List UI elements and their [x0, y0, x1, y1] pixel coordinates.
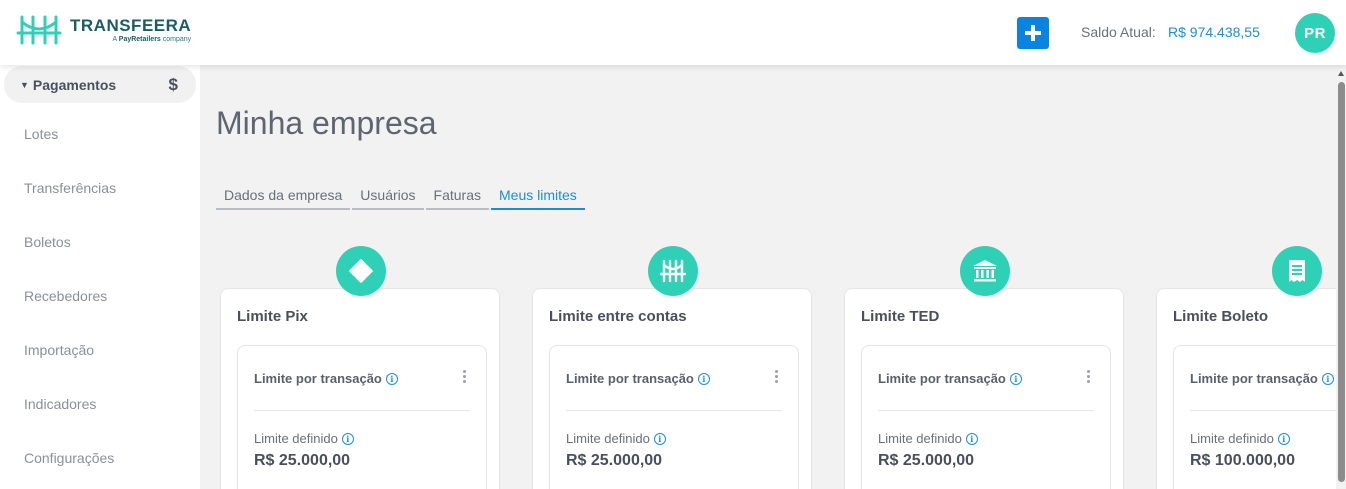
defined-limit-value: R$ 25.000,00 — [254, 452, 351, 469]
saldo-value: R$ 974.438,55 — [1168, 24, 1260, 40]
sidebar-item-recebedores[interactable]: Recebedores — [24, 288, 107, 304]
tab-faturas[interactable]: Faturas — [425, 187, 490, 210]
info-icon[interactable]: i — [1321, 372, 1334, 385]
pix-icon — [336, 246, 386, 296]
caret-down-icon: ▼ — [20, 79, 29, 90]
info-icon[interactable]: i — [1009, 372, 1022, 385]
tab-bar: Dados da empresa Usuários Faturas Meus l… — [216, 187, 587, 210]
defined-limit-value: R$ 100.000,00 — [1190, 452, 1295, 469]
limit-detail-box: Limite por transação i Limite definido i R… — [237, 345, 487, 489]
vertical-scrollbar[interactable] — [1336, 65, 1346, 489]
sidebar-item-boletos[interactable]: Boletos — [24, 234, 71, 250]
card-title: Limite TED — [861, 308, 940, 325]
brand-tagline: A PayRetailers company — [112, 35, 192, 43]
sidebar-group-pagamentos[interactable]: ▼ Pagamentos $ — [4, 66, 196, 103]
divider — [566, 410, 782, 411]
limit-card-boleto: Limite Boleto Limite por transação i Limi… — [1156, 288, 1346, 489]
sidebar-item-transferencias[interactable]: Transferências — [24, 180, 116, 196]
divider — [254, 410, 470, 411]
info-icon[interactable]: i — [341, 432, 354, 445]
sidebar-item-indicadores[interactable]: Indicadores — [24, 396, 96, 412]
info-icon[interactable]: i — [697, 372, 710, 385]
divider — [878, 410, 1094, 411]
tab-usuarios[interactable]: Usuários — [352, 187, 424, 210]
saldo-label: Saldo Atual: — [1081, 24, 1156, 40]
bank-icon — [960, 246, 1010, 296]
defined-limit-label: Limite definido i — [566, 431, 666, 446]
transfeera-logo-icon — [16, 15, 62, 45]
limit-card-entre-contas: Limite entre contas Limite por transação… — [532, 288, 812, 489]
scrollbar-thumb[interactable] — [1338, 82, 1345, 482]
sidebar-item-configuracoes[interactable]: Configurações — [24, 450, 114, 466]
card-title: Limite Pix — [237, 308, 308, 325]
plus-icon — [1025, 25, 1041, 41]
per-transaction-label: Limite por transação i — [1190, 371, 1334, 386]
limit-detail-box: Limite por transação i Limite definido i R… — [861, 345, 1111, 489]
page-title: Minha empresa — [216, 105, 437, 141]
info-icon[interactable]: i — [653, 432, 666, 445]
brand-name: TRANSFEERA — [70, 15, 192, 35]
defined-limit-label: Limite definido i — [1190, 431, 1290, 446]
per-transaction-label: Limite por transação i — [878, 371, 1022, 386]
more-options-icon[interactable] — [460, 370, 468, 388]
defined-limit-value: R$ 25.000,00 — [878, 452, 975, 469]
defined-limit-label: Limite definido i — [254, 431, 354, 446]
tab-dados-da-empresa[interactable]: Dados da empresa — [216, 187, 351, 210]
info-icon[interactable]: i — [965, 432, 978, 445]
transfeera-logo[interactable]: TRANSFEERA A PayRetailers company — [16, 14, 191, 46]
info-icon[interactable]: i — [385, 372, 398, 385]
sidebar-item-lotes[interactable]: Lotes — [24, 126, 58, 142]
info-icon[interactable]: i — [1277, 432, 1290, 445]
card-title: Limite Boleto — [1173, 308, 1269, 325]
sidebar-group-label: Pagamentos — [32, 76, 117, 93]
limit-card-ted: Limite TED Limite por transação i Limite … — [844, 288, 1124, 489]
transfeera-icon — [648, 246, 698, 296]
per-transaction-label: Limite por transação i — [566, 371, 710, 386]
scroll-up-arrow-icon[interactable] — [1338, 71, 1344, 76]
sidebar-item-importacao[interactable]: Importação — [24, 342, 94, 358]
limit-detail-box: Limite por transação i Limite definido i R… — [1173, 345, 1346, 489]
defined-limit-label: Limite definido i — [878, 431, 978, 446]
limit-card-pix: Limite Pix Limite por transação i Limite … — [220, 288, 500, 489]
top-header: TRANSFEERA A PayRetailers company Saldo … — [0, 0, 1346, 65]
more-options-icon[interactable] — [1084, 370, 1092, 388]
sidebar: ▼ Pagamentos $ Lotes Transferências Bole… — [0, 65, 200, 489]
add-button[interactable] — [1017, 17, 1049, 49]
dollar-icon: $ — [168, 74, 178, 94]
more-options-icon[interactable] — [772, 370, 780, 388]
card-title: Limite entre contas — [549, 308, 687, 325]
receipt-icon — [1272, 246, 1322, 296]
defined-limit-value: R$ 25.000,00 — [566, 452, 663, 469]
tab-meus-limites[interactable]: Meus limites — [491, 187, 585, 210]
per-transaction-label: Limite por transação i — [254, 371, 398, 386]
user-avatar[interactable]: PR — [1295, 13, 1335, 53]
divider — [1190, 410, 1346, 411]
limit-detail-box: Limite por transação i Limite definido i R… — [549, 345, 799, 489]
